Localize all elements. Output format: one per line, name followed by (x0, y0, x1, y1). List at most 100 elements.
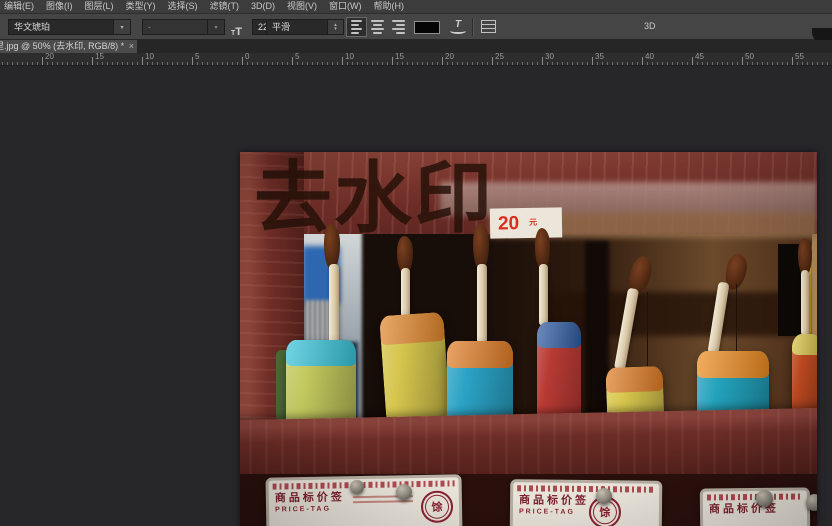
ruler-label: 15 (395, 53, 404, 61)
font-family-field[interactable]: 华文琥珀 (8, 19, 114, 35)
ruler-tick (297, 62, 298, 65)
photo-drum (379, 312, 451, 428)
ruler-tick-major (442, 57, 443, 65)
menu-item-0[interactable]: 编辑(E) (4, 0, 34, 13)
canvas-image[interactable]: 20元 商品标价签 PRICE-TAG 馀 (240, 152, 817, 526)
font-style-dropdown-arrow[interactable]: ▾ (208, 19, 225, 35)
ruler-tick (372, 62, 373, 65)
menu-item-7[interactable]: 视图(V) (287, 0, 317, 13)
ruler-tick (287, 62, 288, 65)
warp-text-icon[interactable]: T (450, 20, 466, 35)
ruler-tick (367, 62, 368, 65)
font-style-field[interactable]: - (142, 19, 208, 35)
ruler-tick (447, 62, 448, 65)
ruler-tick (562, 62, 563, 65)
ruler-tick (652, 62, 653, 65)
tab-close-icon[interactable]: × (126, 40, 134, 52)
ruler-tick (307, 62, 308, 65)
text-color-swatch[interactable] (414, 21, 440, 34)
ruler-tick (157, 62, 158, 65)
ruler-tick (387, 62, 388, 65)
menu-item-6[interactable]: 3D(D) (251, 0, 275, 13)
ruler-tick (82, 62, 83, 65)
ruler-tick (187, 62, 188, 65)
ruler-tick (827, 62, 828, 65)
ruler-tick (152, 62, 153, 65)
ruler-tick (462, 62, 463, 65)
ruler-tick-major (192, 57, 193, 65)
ruler-tick (357, 62, 358, 65)
photo-string (736, 284, 737, 354)
ruler-tick (467, 62, 468, 65)
ruler-tick (572, 62, 573, 65)
ruler-tick-major (692, 57, 693, 65)
menu-item-9[interactable]: 帮助(H) (374, 0, 405, 13)
ruler-tick (752, 62, 753, 65)
ruler-tick (682, 62, 683, 65)
ruler-tick (587, 62, 588, 65)
ruler-tick (322, 62, 323, 65)
ruler-tick (67, 62, 68, 65)
workspace-3d-button[interactable]: 3D (644, 21, 656, 31)
ruler-tick (547, 62, 548, 65)
anti-alias-method-field[interactable]: 平滑 (266, 19, 328, 35)
ruler-tick (337, 62, 338, 65)
ruler-label: 20 (45, 53, 54, 61)
ruler-tick (577, 62, 578, 65)
photo-knob (596, 488, 612, 504)
menu-item-5[interactable]: 滤镜(T) (210, 0, 240, 13)
ruler-tick (697, 62, 698, 65)
ruler-tick (52, 62, 53, 65)
document-tab-title: 里.jpg @ 50% (去水印, RGB/8) * (0, 40, 137, 53)
menu-item-2[interactable]: 图层(L) (85, 0, 114, 13)
ruler-tick-major (342, 57, 343, 65)
toggle-panels-icon[interactable] (481, 20, 496, 33)
ruler-tick (197, 62, 198, 65)
ruler-tick (707, 62, 708, 65)
ruler-tick (597, 62, 598, 65)
ruler-tick (347, 62, 348, 65)
ruler-tick (662, 62, 663, 65)
ruler-tick (717, 62, 718, 65)
ruler-tick (482, 62, 483, 65)
ruler-tick (212, 62, 213, 65)
align-left-button[interactable] (346, 17, 367, 37)
menu-item-8[interactable]: 窗口(W) (329, 0, 362, 13)
align-center-button[interactable] (367, 17, 388, 37)
ruler-tick (232, 62, 233, 65)
ruler-tick (277, 62, 278, 65)
ruler-tick (612, 62, 613, 65)
options-divider (472, 18, 474, 36)
ruler-tick (27, 62, 28, 65)
anti-alias-method-spinner[interactable]: ▴▾ (328, 19, 344, 35)
ruler-tick (412, 62, 413, 65)
font-family-dropdown-arrow[interactable]: ▾ (114, 19, 131, 35)
ruler[interactable]: 20151050510152025303540455055 (0, 53, 832, 66)
photo-knob (756, 490, 773, 507)
ruler-tick (477, 62, 478, 65)
document-tab[interactable]: 里.jpg @ 50% (去水印, RGB/8) * × (0, 40, 137, 53)
photo-stick (401, 268, 410, 318)
ruler-tick (802, 62, 803, 65)
align-right-button[interactable] (388, 17, 409, 37)
ruler-tick (787, 62, 788, 65)
ruler-tick (97, 62, 98, 65)
price-tag-subtitle: PRICE-TAG (275, 505, 345, 513)
ruler-tick (122, 62, 123, 65)
ruler-tick (622, 62, 623, 65)
ruler-tick (757, 62, 758, 65)
ruler-tick (2, 62, 3, 65)
menu-item-4[interactable]: 选择(S) (168, 0, 198, 13)
ruler-tick (777, 62, 778, 65)
ruler-tick (162, 62, 163, 65)
ruler-tick (202, 62, 203, 65)
menu-item-1[interactable]: 图像(I) (46, 0, 73, 13)
ruler-tick (22, 62, 23, 65)
menu-item-3[interactable]: 类型(Y) (126, 0, 156, 13)
menu-bar: 编辑(E) 图像(I) 图层(L) 类型(Y) 选择(S) 滤镜(T) 3D(D) 视图(V)… (0, 0, 832, 14)
ruler-tick (7, 62, 8, 65)
ruler-tick (607, 62, 608, 65)
ruler-tick (522, 62, 523, 65)
ruler-tick (797, 62, 798, 65)
photo-stick (477, 264, 487, 344)
